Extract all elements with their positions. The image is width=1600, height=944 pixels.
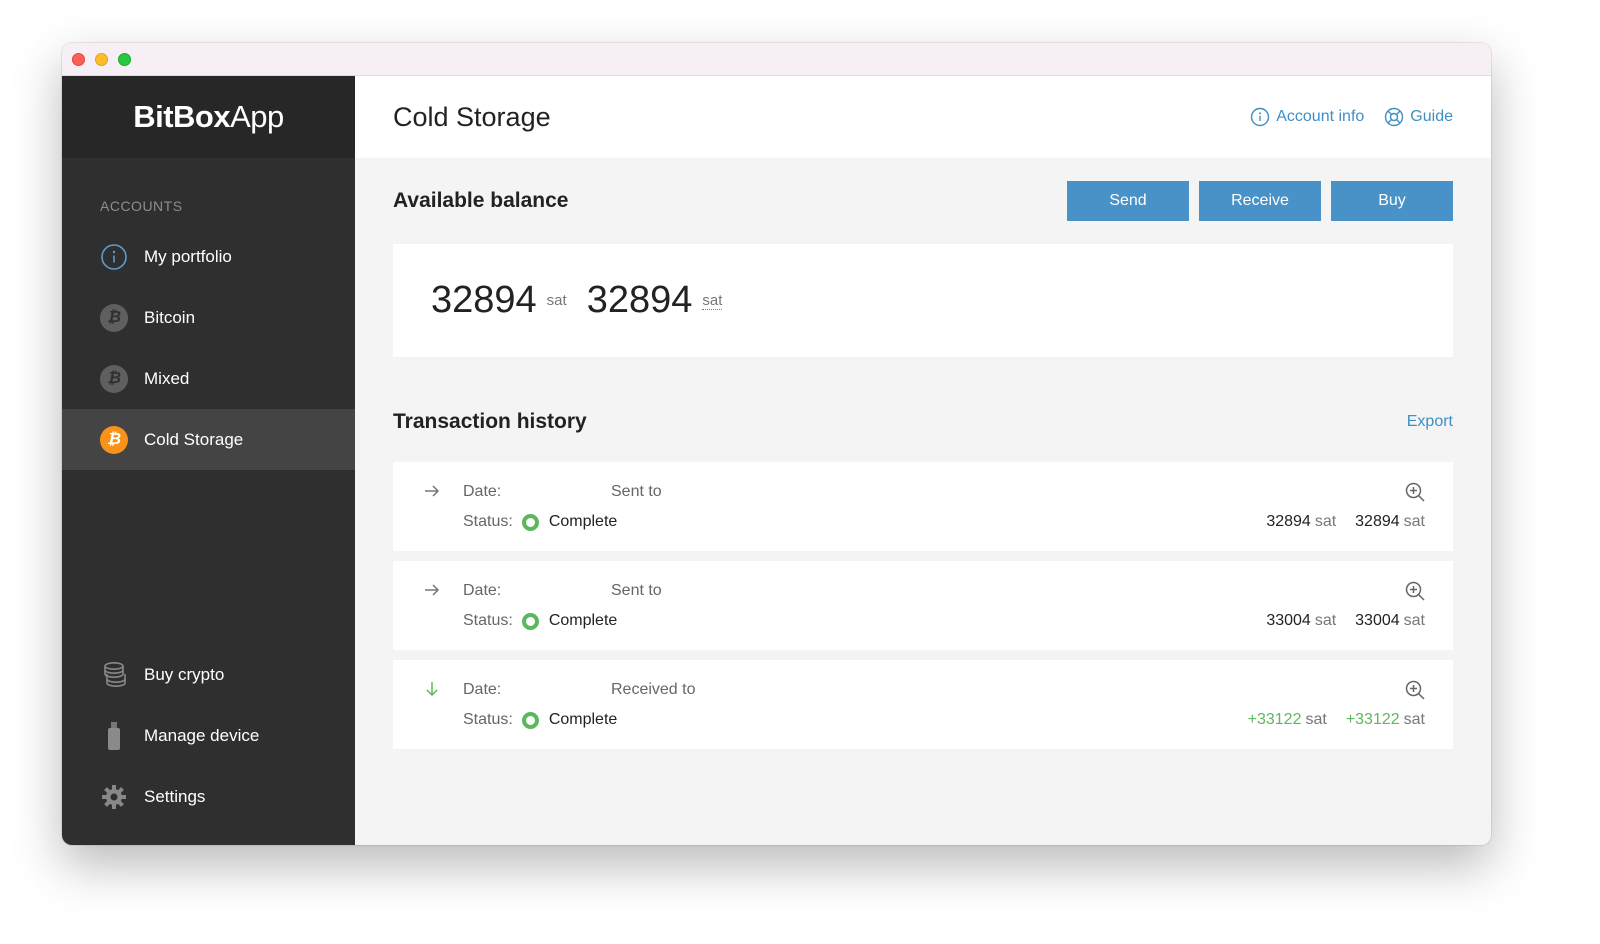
accounts-section-title: ACCOUNTS (100, 198, 183, 214)
status-complete-icon (521, 513, 539, 531)
tx-amount-secondary: 33004 sat (1355, 612, 1425, 629)
tx-type: Sent to (611, 582, 662, 599)
minimize-window-button[interactable] (95, 53, 108, 66)
date-label: Date: (463, 483, 502, 500)
main-content: Cold Storage Account info Guide Availabl… (355, 76, 1491, 845)
date-label: Date: (463, 582, 502, 599)
history-header: Transaction history Export (393, 357, 1453, 462)
logo-light-text: App (230, 99, 284, 134)
bitcoin-icon: ₿ (100, 303, 128, 332)
usb-device-icon (100, 721, 128, 750)
sidebar-item-label: Mixed (144, 368, 190, 388)
zoom-in-icon[interactable] (1404, 580, 1426, 602)
sidebar-item-settings[interactable]: Settings (62, 766, 355, 827)
guide-label: Guide (1410, 108, 1453, 125)
tx-status-line: Status: Complete (463, 711, 617, 729)
buy-button[interactable]: Buy (1331, 181, 1453, 221)
balance-header: Available balance Send Receive Buy (393, 158, 1453, 244)
status-text: Complete (548, 513, 618, 530)
tx-amount-secondary: 32894 sat (1355, 513, 1425, 530)
bitcoin-icon: ₿ (100, 425, 128, 454)
status-label: Status: (463, 513, 513, 530)
tx-status-line: Status: Complete (463, 513, 617, 531)
sidebar-item-label: Buy crypto (144, 664, 225, 684)
arrow-right-icon (425, 485, 440, 497)
sidebar-item-cold-storage[interactable]: ₿ Cold Storage (62, 409, 355, 470)
info-icon (1251, 107, 1270, 127)
app-logo: BitBoxApp (133, 99, 284, 135)
logo-bold-text: BitBox (133, 99, 231, 134)
tx-type: Sent to (611, 483, 662, 500)
date-label: Date: (463, 681, 502, 698)
coins-icon (100, 661, 128, 689)
tx-info-line: Date: Sent to (463, 483, 662, 501)
sidebar-item-label: Manage device (144, 725, 260, 745)
receive-button[interactable]: Receive (1199, 181, 1321, 221)
sidebar-item-bitcoin[interactable]: ₿ Bitcoin (62, 287, 355, 348)
tx-amounts: 32894 sat 32894 sat (1266, 513, 1425, 531)
status-complete-icon (521, 612, 539, 630)
sidebar-item-my-portfolio[interactable]: My portfolio (62, 226, 355, 287)
header-links: Account info Guide (1250, 107, 1453, 127)
balance-amount-secondary: 32894 (586, 279, 693, 321)
sidebar-item-label: My portfolio (144, 246, 232, 266)
info-icon (100, 243, 128, 271)
sidebar-item-label: Cold Storage (144, 429, 244, 449)
sidebar-item-buy-crypto[interactable]: Buy crypto (62, 644, 355, 705)
available-balance-heading: Available balance (393, 189, 569, 212)
status-text: Complete (548, 612, 618, 629)
lifebuoy-icon (1385, 107, 1404, 127)
tx-info-line: Date: Received to (463, 681, 696, 699)
arrow-right-icon (425, 584, 440, 596)
send-button[interactable]: Send (1067, 181, 1189, 221)
maximize-window-button[interactable] (118, 53, 131, 66)
sidebar-item-mixed[interactable]: ₿ Mixed (62, 348, 355, 409)
sidebar-bottom-nav: Buy crypto Manage device Settings (62, 644, 355, 827)
status-complete-icon (521, 711, 539, 729)
status-label: Status: (463, 612, 513, 629)
sidebar-item-label: Bitcoin (144, 307, 196, 327)
account-info-link[interactable]: Account info (1250, 107, 1364, 127)
transaction-history-heading: Transaction history (393, 410, 587, 433)
title-bar (62, 43, 1491, 76)
action-buttons: Send Receive Buy (1067, 181, 1453, 221)
bitcoin-icon: ₿ (100, 364, 128, 393)
transaction-row[interactable]: Date: Received to Status: Complete +3312… (393, 660, 1453, 749)
app-window: BitBoxApp ACCOUNTS My portfolio ₿ Bitcoi… (62, 43, 1491, 845)
tx-amount: 33004 sat (1266, 612, 1337, 629)
sidebar-header: BitBoxApp (62, 76, 355, 158)
sidebar-item-label: Settings (144, 786, 206, 806)
tx-status-line: Status: Complete (463, 612, 617, 630)
balance-unit-toggle[interactable]: sat (702, 292, 723, 310)
transaction-row[interactable]: Date: Sent to Status: Complete 33004 sat … (393, 561, 1453, 650)
tx-amount: 32894 sat (1266, 513, 1337, 530)
tx-amounts: +33122 sat +33122 sat (1248, 711, 1425, 729)
gear-icon (100, 783, 128, 811)
tx-info-line: Date: Sent to (463, 582, 662, 600)
tx-amount: +33122 sat (1247, 711, 1327, 728)
transaction-row[interactable]: Date: Sent to Status: Complete 32894 sat … (393, 462, 1453, 551)
guide-link[interactable]: Guide (1384, 107, 1453, 127)
tx-amount-secondary: +33122 sat (1345, 711, 1425, 728)
balance-unit: sat (546, 292, 567, 309)
balance-amount: 32894 (431, 279, 537, 321)
main-header: Cold Storage Account info Guide (355, 76, 1491, 158)
sidebar-item-manage-device[interactable]: Manage device (62, 705, 355, 766)
export-link[interactable]: Export (1407, 413, 1453, 431)
balance-card: 32894 sat 32894 sat (393, 244, 1453, 357)
status-text: Complete (548, 711, 618, 728)
tx-amounts: 33004 sat 33004 sat (1266, 612, 1425, 630)
zoom-in-icon[interactable] (1404, 679, 1426, 701)
page-title: Cold Storage (393, 101, 551, 132)
tx-type: Received to (611, 681, 696, 698)
close-window-button[interactable] (72, 53, 85, 66)
account-content: Available balance Send Receive Buy 32894… (355, 158, 1491, 749)
arrow-down-icon (426, 682, 438, 697)
status-label: Status: (463, 711, 513, 728)
zoom-in-icon[interactable] (1404, 481, 1426, 503)
account-info-label: Account info (1276, 108, 1365, 125)
sidebar: BitBoxApp ACCOUNTS My portfolio ₿ Bitcoi… (62, 76, 355, 845)
